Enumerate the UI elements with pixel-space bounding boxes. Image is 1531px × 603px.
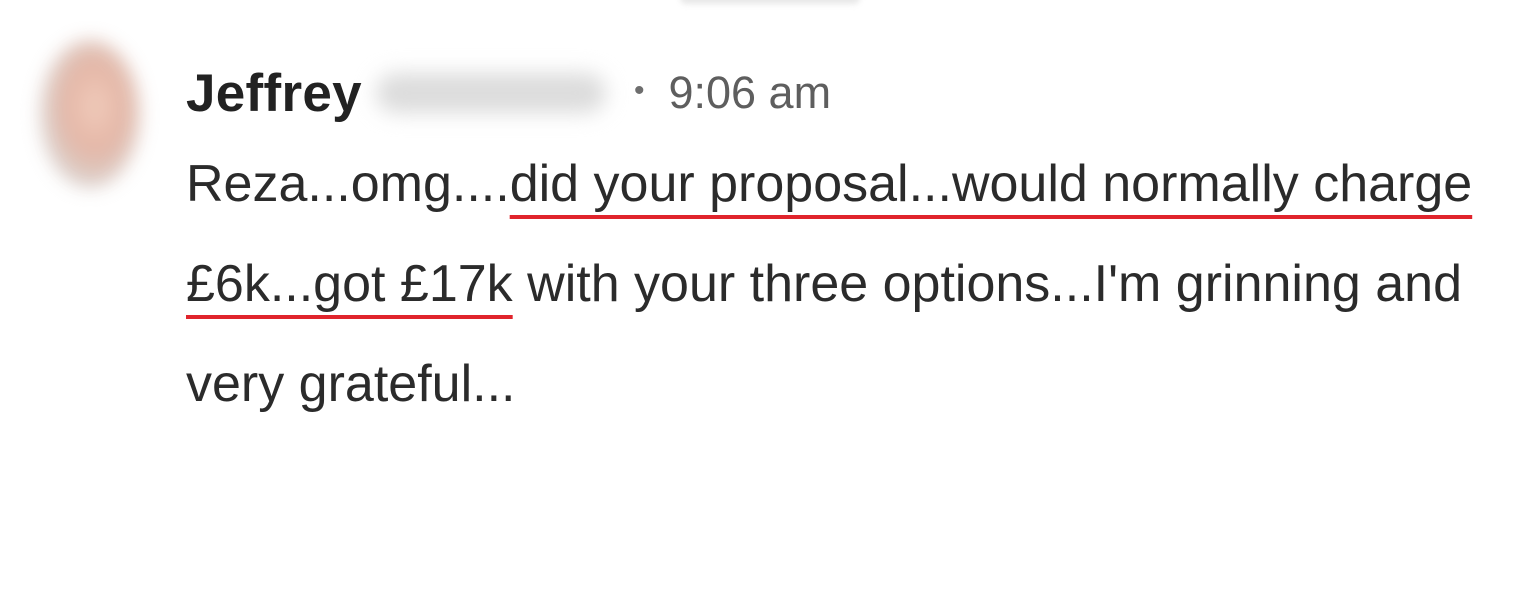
message-text-intro: Reza...omg.... [186, 155, 510, 213]
message-header: Jeffrey • 9:06 am [186, 58, 1486, 128]
message-body: Reza...omg....did your proposal...would … [186, 134, 1476, 434]
message-timestamp: 9:06 am [668, 67, 832, 118]
previous-message-fragment [680, 0, 860, 4]
chat-message: Jeffrey • 9:06 am Reza...omg....did your… [186, 58, 1486, 434]
separator-dot: • [633, 74, 645, 107]
sender-name[interactable]: Jeffrey [186, 63, 362, 124]
avatar[interactable] [40, 40, 140, 188]
chat-screen: Jeffrey • 9:06 am Reza...omg....did your… [0, 0, 1531, 603]
redacted-surname [375, 73, 606, 113]
